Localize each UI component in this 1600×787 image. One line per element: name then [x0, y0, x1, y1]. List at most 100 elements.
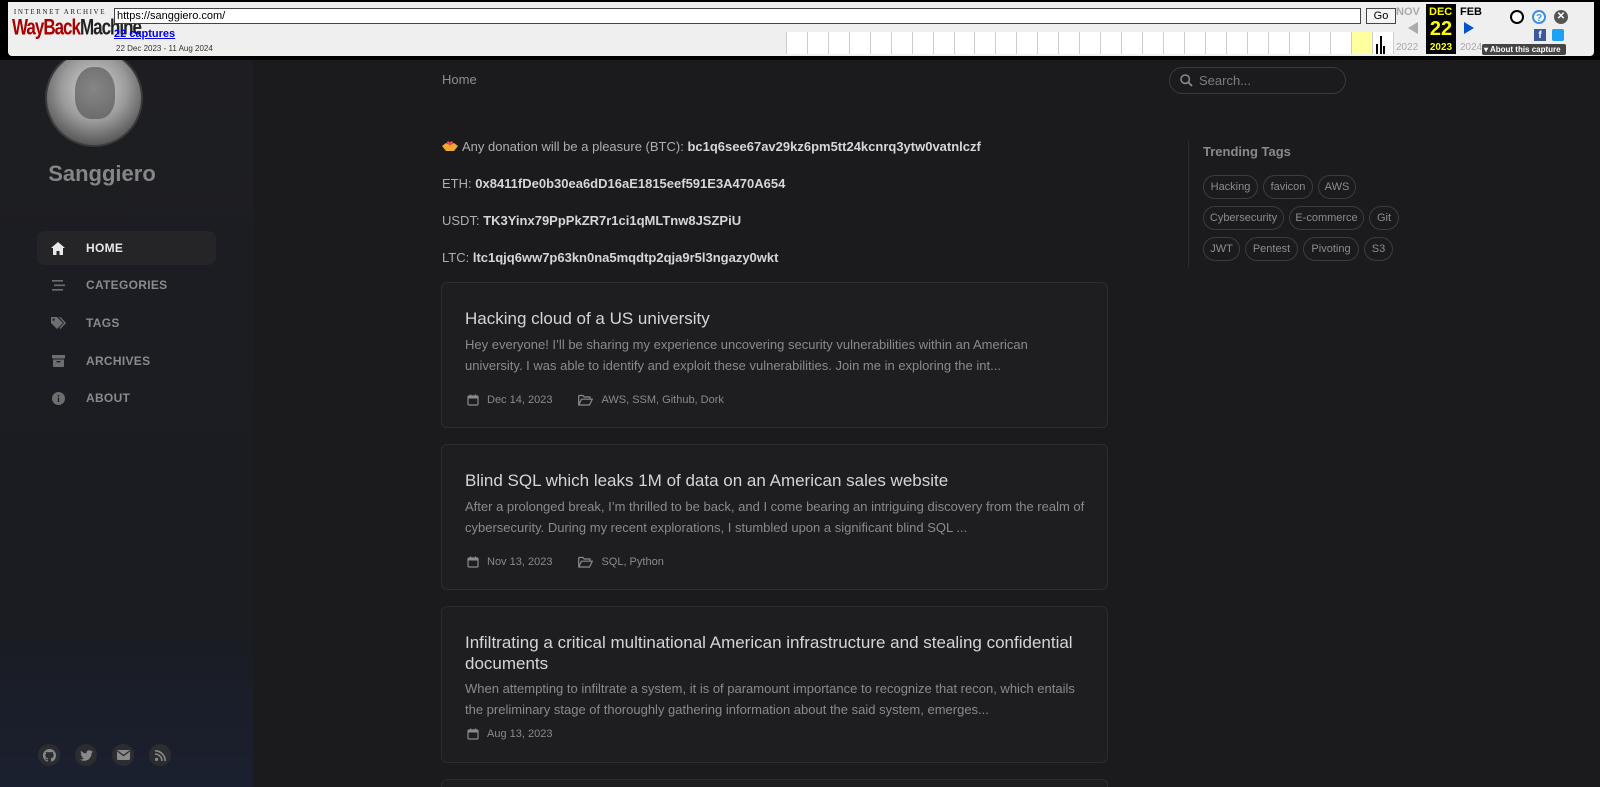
avatar[interactable]	[45, 49, 143, 147]
sparkline-cell[interactable]	[1059, 32, 1081, 54]
trending-tags-title: Trending Tags	[1203, 144, 1291, 159]
tag-hacking[interactable]: Hacking	[1203, 175, 1258, 199]
post-card[interactable]: Blind SQL which leaks 1M of data on an A…	[441, 444, 1108, 590]
wayback-prev-year[interactable]: 2022	[1396, 42, 1418, 53]
post-card[interactable]: Infiltrating a critical multinational Am…	[441, 606, 1108, 763]
search-icon	[1180, 74, 1193, 87]
sparkline-cell[interactable]	[870, 32, 892, 54]
sparkline-cell[interactable]	[849, 32, 871, 54]
donation-eth-label: ETH:	[442, 176, 472, 191]
wayback-next-month[interactable]: FEB	[1460, 6, 1482, 18]
sparkline-cell[interactable]	[1373, 32, 1395, 54]
wayback-current-month: DEC	[1429, 6, 1453, 18]
search-input[interactable]	[1199, 73, 1339, 88]
tag-pentest[interactable]: Pentest	[1245, 237, 1298, 261]
help-icon[interactable]: ?	[1532, 10, 1546, 24]
sparkline-cell[interactable]	[1226, 32, 1248, 54]
sidebar: Sanggiero HOME CATEGORIES TAGS ARCHIVES …	[0, 0, 253, 787]
wayback-logo[interactable]: INTERNET ARCHIVE WayBackMachine	[12, 8, 142, 50]
tag-s3[interactable]: S3	[1364, 237, 1393, 261]
sparkline-cell[interactable]	[807, 32, 829, 54]
wayback-sparkline[interactable]	[786, 32, 1395, 54]
tag-aws[interactable]: AWS	[1318, 175, 1356, 199]
post-title[interactable]: Infiltrating a critical multinational Am…	[465, 632, 1085, 674]
tag-git[interactable]: Git	[1369, 206, 1399, 230]
sparkline-cell[interactable]	[828, 32, 850, 54]
tag-cybersecurity[interactable]: Cybersecurity	[1203, 206, 1284, 230]
wayback-about-capture-button[interactable]: ▾ About this capture	[1482, 44, 1566, 55]
post-date: Nov 13, 2023	[487, 556, 553, 568]
wayback-next-arrow-icon[interactable]	[1464, 22, 1474, 34]
post-excerpt: When attempting to infiltrate a system, …	[465, 681, 1075, 717]
sparkline-cell[interactable]	[891, 32, 913, 54]
sparkline-cell[interactable]	[1017, 32, 1039, 54]
tag-pivoting[interactable]: Pivoting	[1303, 237, 1359, 261]
wayback-go-button[interactable]: Go	[1366, 8, 1396, 24]
sparkline-bar	[1376, 44, 1379, 54]
calendar-icon	[467, 556, 479, 568]
post-title[interactable]: Blind SQL which leaks 1M of data on an A…	[465, 470, 1085, 491]
post-categories: SQL, Python	[601, 556, 664, 568]
github-icon[interactable]	[38, 744, 60, 766]
post-card[interactable]: Hacking cloud of a US university Hey eve…	[441, 282, 1108, 428]
sidebar-item-archives[interactable]: ARCHIVES	[37, 344, 216, 378]
sparkline-cell[interactable]	[1310, 32, 1332, 54]
sidebar-item-about[interactable]: ABOUT	[37, 381, 216, 415]
sparkline-cell[interactable]	[1184, 32, 1206, 54]
wayback-current-year: 2023	[1429, 42, 1453, 53]
sparkline-cell[interactable]	[975, 32, 997, 54]
wayback-captures-link[interactable]: 22 captures	[114, 28, 175, 40]
tag-favicon[interactable]: favicon	[1263, 175, 1313, 199]
twitter-icon[interactable]	[1552, 29, 1564, 41]
facebook-icon[interactable]: f	[1534, 29, 1546, 41]
wayback-url-input[interactable]: https://sanggiero.com/	[114, 8, 1361, 24]
home-icon	[50, 240, 66, 256]
sparkline-cell[interactable]	[1142, 32, 1164, 54]
sparkline-cell[interactable]	[1080, 32, 1102, 54]
sidebar-item-home[interactable]: HOME	[37, 231, 216, 265]
email-icon[interactable]	[112, 744, 134, 766]
user-icon[interactable]	[1510, 10, 1524, 24]
sparkline-cell[interactable]	[996, 32, 1018, 54]
rss-icon[interactable]	[149, 744, 171, 766]
sparkline-cell[interactable]	[1101, 32, 1122, 54]
donation-btc-address: bc1q6see67av29kz6pm5tt24kcnrq3ytw0vatnlc…	[687, 139, 981, 154]
post-date: Aug 13, 2023	[487, 728, 553, 740]
sparkline-cell[interactable]	[1163, 32, 1185, 54]
stream-icon	[50, 277, 66, 293]
archive-icon	[50, 353, 66, 369]
donation-usdt-label: USDT:	[442, 213, 480, 228]
calendar-icon	[467, 728, 479, 740]
sparkline-cell[interactable]	[787, 32, 808, 54]
post-title[interactable]: Hacking cloud of a US university	[465, 308, 1085, 329]
tag-e-commerce[interactable]: E-commerce	[1289, 206, 1364, 230]
sidebar-item-tags[interactable]: TAGS	[37, 306, 216, 340]
post-card[interactable]	[441, 779, 1108, 787]
donation-usdt-address: TK3Yinx79PpPkZR7r1ci1qMLTnw8JSZPiU	[483, 213, 742, 228]
sparkline-cell[interactable]	[1268, 32, 1290, 54]
wayback-next-year[interactable]: 2024	[1460, 42, 1482, 53]
site-title[interactable]: Sanggiero	[0, 161, 204, 187]
sparkline-cell[interactable]	[1205, 32, 1227, 54]
sparkline-cell[interactable]	[1352, 32, 1374, 54]
wayback-prev-month[interactable]: NOV	[1396, 6, 1420, 18]
post-meta: Aug 13, 2023	[467, 728, 552, 740]
donation-usdt: USDT: TK3Yinx79PpPkZR7r1ci1qMLTnw8JSZPiU	[442, 213, 741, 228]
close-icon[interactable]: ✕	[1554, 10, 1568, 24]
sidebar-item-label: HOME	[86, 241, 124, 255]
sparkline-cell[interactable]	[1331, 32, 1353, 54]
donation-eth: ETH: 0x8411fDe0b30ea6dD16aE1815eef591E3A…	[442, 176, 785, 191]
sparkline-cell[interactable]	[954, 32, 976, 54]
sparkline-cell[interactable]	[933, 32, 955, 54]
wayback-capture-range: 22 Dec 2023 - 11 Aug 2024	[116, 44, 213, 53]
sparkline-cell[interactable]	[1289, 32, 1311, 54]
sparkline-cell[interactable]	[1247, 32, 1269, 54]
sidebar-item-categories[interactable]: CATEGORIES	[37, 268, 216, 302]
tag-jwt[interactable]: JWT	[1203, 237, 1240, 261]
sparkline-cell[interactable]	[1122, 32, 1143, 54]
sparkline-cell[interactable]	[912, 32, 934, 54]
wayback-prev-arrow-icon[interactable]	[1408, 22, 1418, 34]
twitter-icon[interactable]	[75, 744, 97, 766]
sparkline-cell[interactable]	[1038, 32, 1060, 54]
search-box[interactable]	[1169, 67, 1346, 94]
